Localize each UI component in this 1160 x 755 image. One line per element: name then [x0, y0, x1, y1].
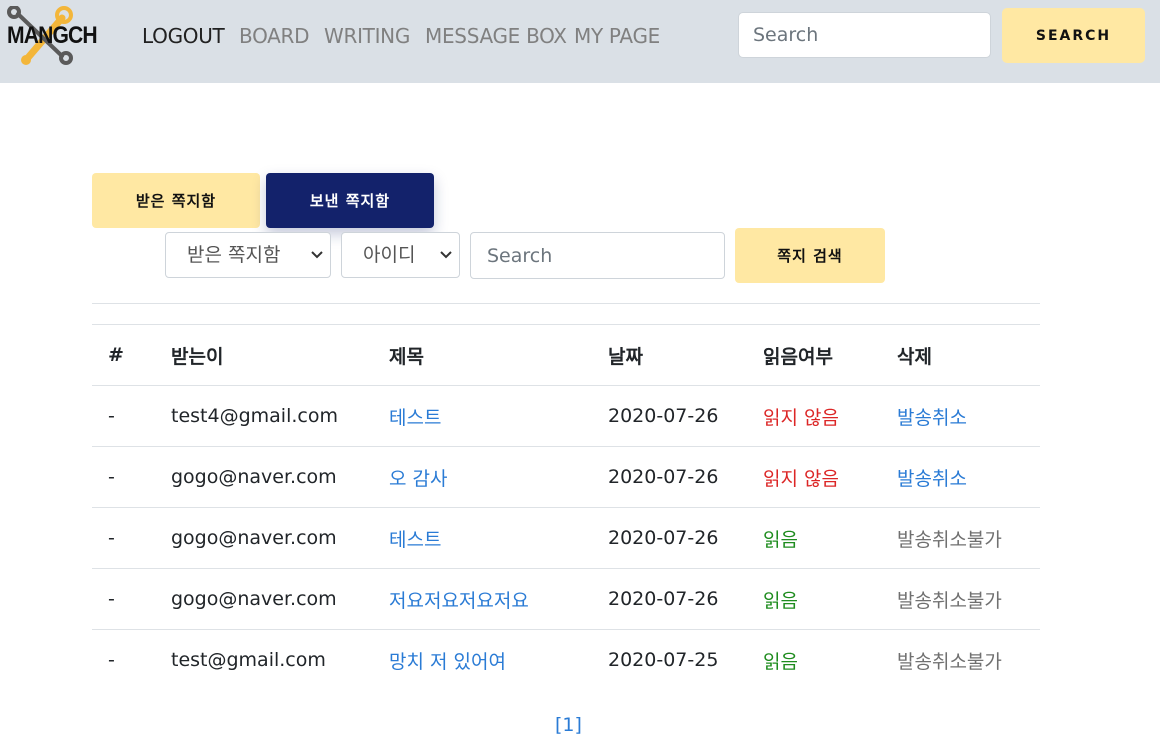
nav-logout-link[interactable]: LOGOUT	[142, 24, 225, 48]
tab-received-messages[interactable]: 받은 쪽지함	[92, 173, 260, 228]
cancel-unavailable-text: 발송취소불가	[897, 507, 1040, 569]
nav-message-box-link[interactable]: MESSAGE BOX	[425, 24, 567, 48]
table-row: - gogo@naver.com 저요저요저요저요 2020-07-26 읽음 …	[92, 568, 1040, 630]
search-field-select-value: 아이디	[363, 244, 416, 266]
message-search-button[interactable]: 쪽지 검색	[735, 228, 885, 283]
col-header-date: 날짜	[608, 324, 763, 386]
cell-date: 2020-07-26	[608, 446, 763, 508]
col-header-index: #	[92, 324, 171, 386]
cell-index: -	[92, 507, 171, 569]
col-header-recipient: 받는이	[171, 324, 389, 386]
sent-messages-table: # 받는이 제목 날짜 읽음여부 삭제 - test4@gmail.com 테스…	[92, 324, 1040, 690]
chevron-down-icon	[440, 251, 452, 259]
brand-logo-text: MANGCH	[7, 22, 98, 49]
cell-date: 2020-07-25	[608, 629, 763, 690]
table-row: - test@gmail.com 망치 저 있어여 2020-07-25 읽음 …	[92, 629, 1040, 690]
cell-date: 2020-07-26	[608, 568, 763, 630]
message-title-link[interactable]: 테스트	[389, 529, 441, 551]
cancel-send-link[interactable]: 발송취소	[897, 407, 967, 429]
message-search-input[interactable]	[470, 232, 725, 279]
top-navbar: MANGCH LOGOUT BOARD WRITING MESSAGE BOX …	[0, 0, 1160, 83]
search-field-select[interactable]: 아이디	[341, 232, 460, 278]
site-search-input[interactable]	[738, 12, 991, 58]
tab-sent-messages[interactable]: 보낸 쪽지함	[266, 173, 434, 228]
cancel-unavailable-text: 발송취소불가	[897, 629, 1040, 690]
message-title-link[interactable]: 오 감사	[389, 468, 447, 490]
cell-index: -	[92, 446, 171, 508]
chevron-down-icon	[311, 251, 323, 259]
message-box-select[interactable]: 받은 쪽지함	[165, 232, 331, 278]
cell-recipient: gogo@naver.com	[171, 446, 389, 508]
cancel-send-link[interactable]: 발송취소	[897, 468, 967, 490]
nav-my-page-link[interactable]: MY PAGE	[574, 24, 660, 48]
pagination-page-1[interactable]: [1]	[555, 714, 582, 736]
cell-recipient: test4@gmail.com	[171, 385, 389, 447]
cell-index: -	[92, 568, 171, 630]
cell-recipient: gogo@naver.com	[171, 507, 389, 569]
cell-date: 2020-07-26	[608, 507, 763, 569]
col-header-read-status: 읽음여부	[763, 324, 897, 386]
message-title-link[interactable]: 테스트	[389, 407, 441, 429]
col-header-delete: 삭제	[897, 324, 1040, 386]
message-title-link[interactable]: 저요저요저요저요	[389, 590, 529, 612]
cell-index: -	[92, 385, 171, 447]
cell-recipient: test@gmail.com	[171, 629, 389, 690]
cell-read-status: 읽음	[763, 507, 897, 569]
table-row: - gogo@naver.com 테스트 2020-07-26 읽음 발송취소불…	[92, 507, 1040, 569]
cell-index: -	[92, 629, 171, 690]
cell-read-status: 읽음	[763, 568, 897, 630]
cell-read-status: 읽지 않음	[763, 446, 897, 508]
table-row: - test4@gmail.com 테스트 2020-07-26 읽지 않음 발…	[92, 385, 1040, 447]
message-box-select-value: 받은 쪽지함	[187, 244, 281, 266]
brand-logo[interactable]: MANGCH	[4, 6, 98, 68]
cell-recipient: gogo@naver.com	[171, 568, 389, 630]
table-header-row: # 받는이 제목 날짜 읽음여부 삭제	[92, 324, 1040, 386]
table-row: - gogo@naver.com 오 감사 2020-07-26 읽지 않음 발…	[92, 446, 1040, 508]
nav-writing-link[interactable]: WRITING	[324, 24, 410, 48]
cancel-unavailable-text: 발송취소불가	[897, 568, 1040, 630]
nav-board-link[interactable]: BOARD	[239, 24, 310, 48]
message-title-link[interactable]: 망치 저 있어여	[389, 651, 506, 673]
divider	[92, 303, 1040, 304]
col-header-title: 제목	[389, 324, 608, 386]
cell-read-status: 읽지 않음	[763, 385, 897, 447]
site-search-button[interactable]: SEARCH	[1002, 8, 1145, 63]
cell-date: 2020-07-26	[608, 385, 763, 447]
cell-read-status: 읽음	[763, 629, 897, 690]
